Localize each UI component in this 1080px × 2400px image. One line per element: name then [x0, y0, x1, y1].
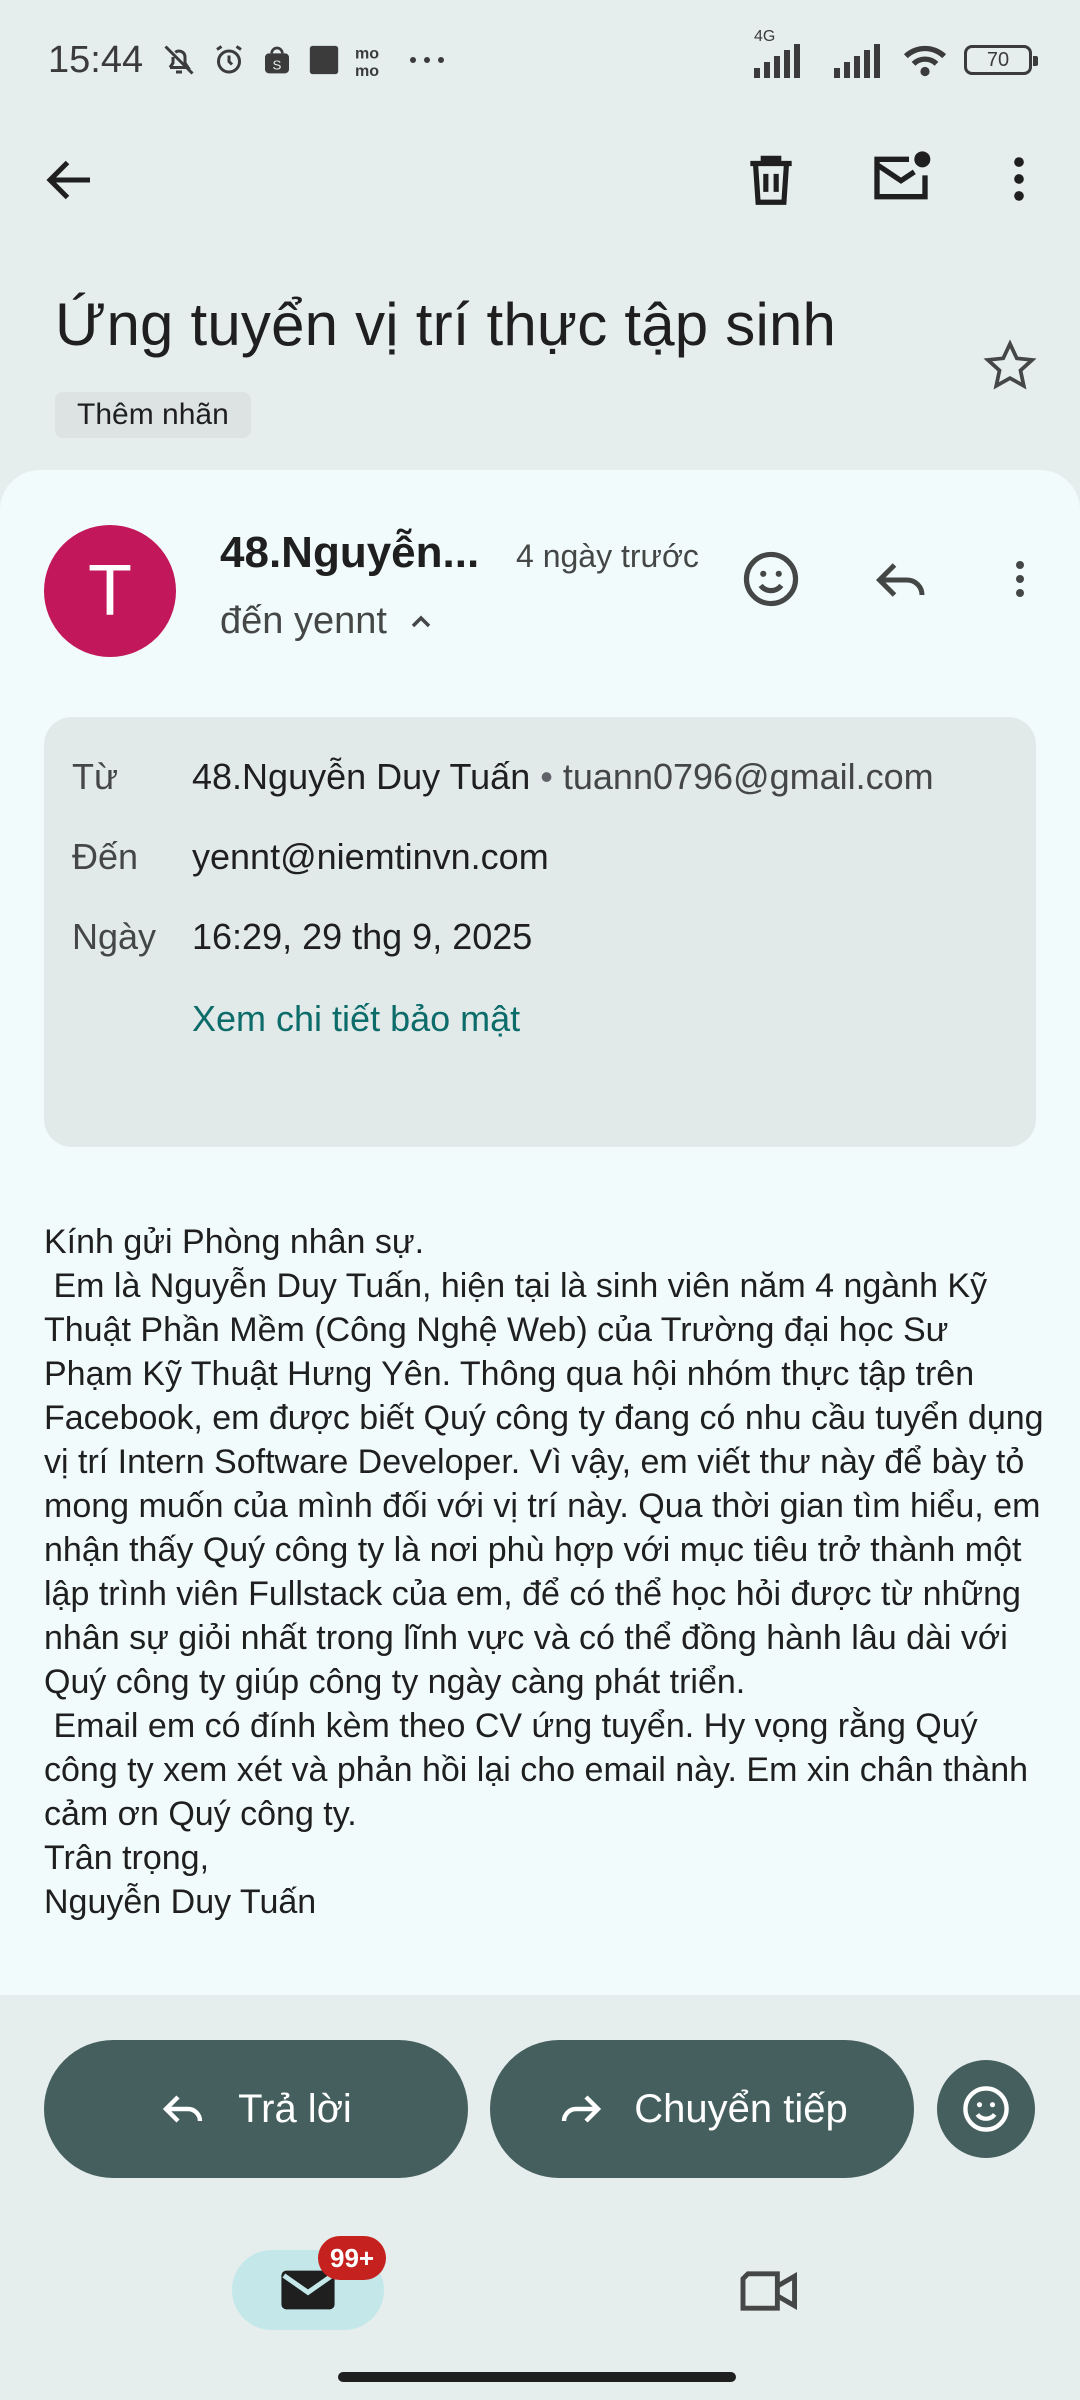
bell-off-icon: [161, 42, 197, 78]
reply-button[interactable]: Trả lời: [44, 2040, 468, 2178]
status-bar: 15:44 S mo mo 4G 70: [0, 0, 1080, 120]
from-email[interactable]: tuann0796@gmail.com: [563, 756, 934, 797]
signal-icon: 4G: [754, 28, 818, 78]
to-label: Đến: [72, 836, 139, 877]
video-call-icon[interactable]: [738, 2264, 802, 2318]
status-time: 15:44: [48, 38, 144, 81]
back-arrow-icon[interactable]: [40, 150, 100, 210]
emoji-icon: [960, 2083, 1012, 2135]
add-label-chip[interactable]: Thêm nhãn: [55, 392, 251, 438]
sent-time: 4 ngày trước: [516, 538, 699, 574]
svg-text:mo: mo: [355, 62, 379, 78]
recipient-toggle[interactable]: đến yennt: [220, 600, 437, 643]
svg-text:S: S: [273, 57, 282, 72]
top-app-bar: [0, 120, 1080, 240]
body-paragraph: Trân trọng,: [44, 1839, 210, 1877]
emoji-reaction-button[interactable]: [937, 2060, 1035, 2158]
battery-icon: 70: [964, 45, 1038, 75]
reply-icon[interactable]: [872, 550, 932, 610]
avatar-letter: T: [88, 551, 132, 631]
reply-icon: [160, 2085, 208, 2133]
message-more-icon[interactable]: [996, 550, 1044, 608]
email-body: Kính gửi Phòng nhân sự. Em là Nguyễn Duy…: [44, 1220, 1044, 1924]
date-value: 16:29, 29 thg 9, 2025: [192, 916, 533, 957]
mark-unread-icon[interactable]: [868, 146, 934, 210]
forward-button[interactable]: Chuyển tiếp: [490, 2040, 914, 2178]
from-value: 48.Nguyễn Duy Tuấn • tuann0796@gmail.com: [192, 756, 934, 798]
body-paragraph: Email em có đính kèm theo CV ứng tuyển. …: [44, 1707, 1038, 1833]
alarm-icon: [211, 42, 247, 78]
more-dots-icon: [407, 54, 447, 66]
date-label: Ngày: [72, 916, 157, 957]
forward-label: Chuyển tiếp: [634, 2086, 848, 2131]
unread-count-badge: 99+: [318, 2236, 387, 2280]
more-vert-icon[interactable]: [990, 148, 1048, 210]
add-reaction-icon[interactable]: [740, 548, 802, 610]
avatar[interactable]: T: [44, 525, 176, 657]
shopee-icon: S: [261, 44, 293, 76]
from-separator: •: [540, 756, 553, 797]
security-details-link[interactable]: Xem chi tiết bảo mật: [192, 998, 520, 1040]
home-indicator[interactable]: [338, 2372, 736, 2382]
body-paragraph: Em là Nguyễn Duy Tuấn, hiện tại là sinh …: [44, 1267, 1044, 1701]
reply-label: Trả lời: [238, 2086, 352, 2131]
recipient-summary: đến yennt: [220, 600, 387, 642]
to-value[interactable]: yennt@niemtinvn.com: [192, 836, 549, 878]
sender-name[interactable]: 48.Nguyễn...: [220, 528, 479, 578]
network-type-label: 4G: [754, 28, 776, 45]
battery-level: 70: [986, 48, 1010, 71]
signal-icon: [834, 42, 886, 78]
forward-icon: [556, 2085, 604, 2133]
email-subject: Ứng tuyển vị trí thực tập sinh: [55, 291, 837, 358]
square-icon: [307, 43, 341, 77]
body-paragraph: Kính gửi Phòng nhân sự.: [44, 1223, 425, 1261]
body-paragraph: Nguyễn Duy Tuấn: [44, 1883, 317, 1921]
from-label: Từ: [72, 756, 119, 797]
delete-icon[interactable]: [740, 148, 802, 210]
wifi-icon: [902, 42, 948, 78]
from-name: 48.Nguyễn Duy Tuấn: [192, 756, 531, 797]
chevron-up-icon: [405, 606, 437, 638]
momo-icon: mo mo: [355, 42, 393, 78]
star-icon[interactable]: [982, 338, 1038, 394]
svg-text:mo: mo: [355, 45, 379, 63]
